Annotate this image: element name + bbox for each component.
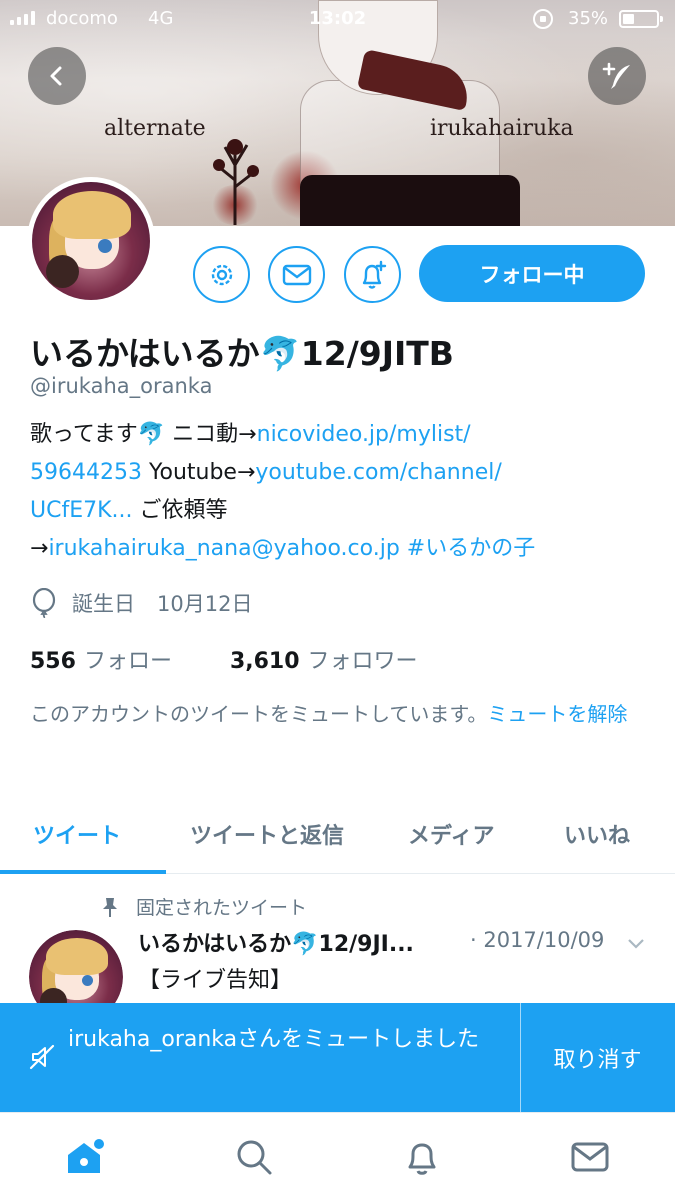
profile-tabs: ツイート ツイートと返信 メディア いいね <box>0 800 675 874</box>
profile-bio: 歌ってます🐬 ニコ動→nicovideo.jp/mylist/ 59644253… <box>30 416 650 568</box>
compose-tweet-button[interactable] <box>588 47 646 105</box>
mute-toast: irukaha_orankaさんをミュートしました 取り消す <box>0 1003 675 1112</box>
followers-count: 3,610 <box>229 649 300 674</box>
bottom-navigation <box>0 1112 675 1200</box>
pin-icon <box>103 897 117 917</box>
profile-settings-button[interactable] <box>193 246 250 303</box>
nav-messages[interactable] <box>568 1135 612 1179</box>
bio-hashtag[interactable]: #いるかの子 <box>407 536 535 561</box>
following-count: 556 <box>30 649 76 674</box>
following-count-link[interactable]: 556 フォロー <box>30 643 172 675</box>
bio-link-youtube[interactable]: youtube.com/channel/ <box>255 460 501 485</box>
following-label: フォロー <box>83 649 172 674</box>
tweet-menu-button[interactable] <box>626 936 646 955</box>
mute-icon <box>29 1044 55 1070</box>
tab-tweets-and-replies[interactable]: ツイートと返信 <box>190 818 344 850</box>
balloon-icon <box>32 588 56 618</box>
unmute-link[interactable]: ミュートを解除 <box>487 702 627 726</box>
banner-text-left: alternate <box>104 116 206 141</box>
follow-counts: 556 フォロー 3,610 フォロワー <box>30 643 418 675</box>
undo-mute-button[interactable]: 取り消す <box>520 1003 675 1112</box>
pinned-label-text: 固定されたツイート <box>136 897 308 919</box>
back-button[interactable] <box>28 47 86 105</box>
battery-percent: 35% <box>568 8 609 29</box>
avatar-eye <box>98 238 113 253</box>
bio-link-youtube[interactable]: UCfE7K... <box>30 498 133 523</box>
avatar-hair <box>45 937 108 976</box>
birthday-row: 誕生日 10月12日 <box>30 588 252 618</box>
bio-text: 歌ってます🐬 ニコ動→ <box>30 422 257 447</box>
bio-line: UCfE7K... ご依頼等 <box>30 492 650 530</box>
nav-search[interactable] <box>232 1135 276 1179</box>
bio-space <box>400 536 407 561</box>
tweet-author-name[interactable]: いるかはいるか🐬12/9JI... <box>138 926 414 958</box>
gear-icon <box>211 264 232 285</box>
bio-text: → <box>30 536 49 561</box>
compose-icon <box>602 62 630 89</box>
search-icon <box>237 1140 272 1175</box>
birthday-label: 誕生日 <box>72 592 135 616</box>
toast-message: irukaha_orankaさんをミュートしました <box>68 1027 480 1052</box>
tab-tweets[interactable]: ツイート <box>33 818 121 850</box>
bio-text: ご依頼等 <box>132 498 228 523</box>
avatar-image <box>32 182 150 300</box>
nav-notifications[interactable] <box>400 1135 444 1179</box>
tab-media[interactable]: メディア <box>408 818 494 850</box>
chevron-left-icon <box>50 66 62 86</box>
profile-avatar[interactable] <box>27 177 155 305</box>
direct-message-button[interactable] <box>268 246 325 303</box>
bio-link-email[interactable]: irukahairuka_nana@yahoo.co.jp <box>48 536 399 561</box>
mute-notice: このアカウントのツイートをミュートしています。ミュートを解除 <box>30 697 650 731</box>
avatar-paw <box>46 255 80 289</box>
active-tab-indicator <box>0 870 166 874</box>
bio-line: 59644253 Youtube→youtube.com/channel/ <box>30 454 650 492</box>
display-name: いるかはいるか🐬12/9JITB <box>30 334 454 373</box>
bio-link-nicovideo[interactable]: nicovideo.jp/mylist/ <box>257 422 471 447</box>
notify-button[interactable] <box>344 246 401 303</box>
status-bar: docomo 4G 13:02 35% <box>0 0 675 38</box>
bio-text: Youtube→ <box>141 460 256 485</box>
user-handle: @irukaha_oranka <box>30 374 213 398</box>
bio-line: 歌ってます🐬 ニコ動→nicovideo.jp/mylist/ <box>30 416 650 454</box>
nav-home[interactable] <box>62 1135 106 1179</box>
tweet-text: 【ライブ告知】 <box>138 968 293 993</box>
bio-link-nicovideo[interactable]: 59644253 <box>30 460 142 485</box>
chevron-down-icon <box>628 939 644 949</box>
pinned-tweet-label: 固定されたツイート <box>100 893 307 920</box>
followers-count-link[interactable]: 3,610 フォロワー <box>230 643 418 675</box>
battery-icon <box>619 10 663 28</box>
orientation-lock-icon <box>533 9 553 29</box>
tweet-date[interactable]: · 2017/10/09 <box>470 928 604 952</box>
followers-label: フォロワー <box>307 649 418 674</box>
banner-text-right: irukahairuka <box>430 116 574 141</box>
home-icon <box>68 1139 104 1173</box>
bio-line: →irukahairuka_nana@yahoo.co.jp #いるかの子 <box>30 530 650 568</box>
mute-notice-text: このアカウントのツイートをミュートしています。 <box>30 702 488 726</box>
envelope-icon <box>282 264 311 285</box>
avatar-hair <box>53 191 132 239</box>
birthday-value: 10月12日 <box>157 592 253 616</box>
banner-flower-icon <box>213 139 259 225</box>
bell-icon <box>408 1143 436 1175</box>
envelope-icon <box>571 1142 609 1172</box>
banner-figure-skirt <box>300 175 520 226</box>
bell-plus-icon <box>362 260 386 289</box>
tab-likes[interactable]: いいね <box>564 818 630 850</box>
following-button[interactable]: フォロー中 <box>419 245 645 302</box>
